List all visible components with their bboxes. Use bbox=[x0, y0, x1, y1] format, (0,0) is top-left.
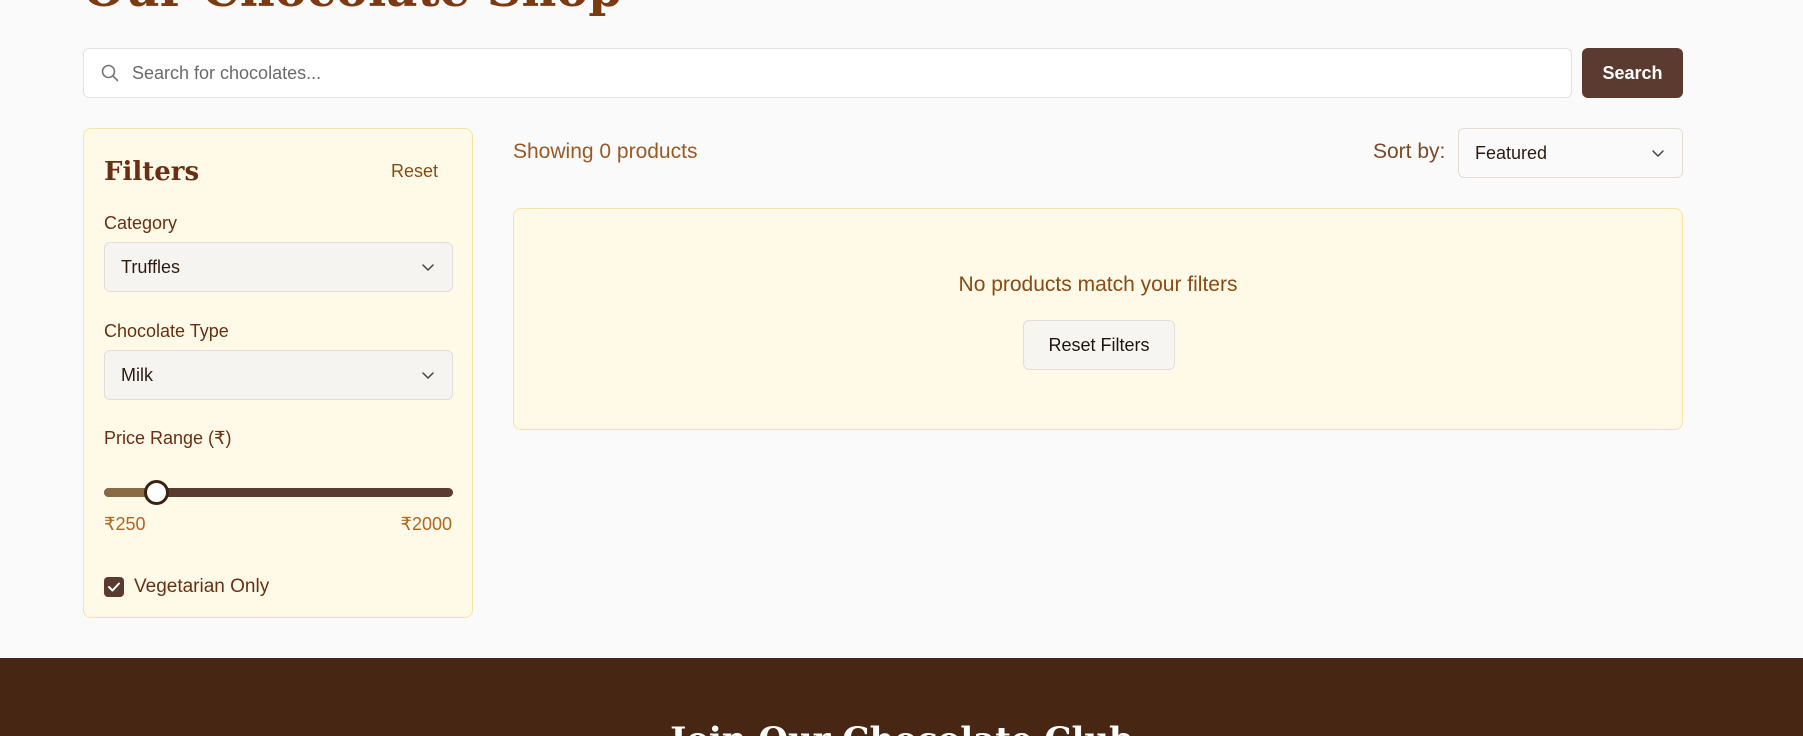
reset-filters-button[interactable]: Reset Filters bbox=[1023, 320, 1175, 370]
check-icon bbox=[108, 582, 120, 592]
price-range-label: Price Range (₹) bbox=[104, 428, 232, 448]
sort-selected-value: Featured bbox=[1475, 142, 1548, 163]
chocolate-type-select[interactable]: Milk bbox=[104, 350, 453, 400]
category-label: Category bbox=[104, 213, 178, 233]
search-icon bbox=[101, 64, 119, 82]
page-title: Our Chocolate Shop bbox=[83, 0, 622, 18]
category-selected-value: Truffles bbox=[121, 256, 181, 277]
vegetarian-label: Vegetarian Only bbox=[134, 576, 270, 597]
footer: Join Our Chocolate Club bbox=[0, 658, 1803, 736]
chocolate-type-label: Chocolate Type bbox=[104, 321, 229, 341]
footer-title: Join Our Chocolate Club bbox=[0, 720, 1803, 736]
vegetarian-toggle[interactable]: Vegetarian Only bbox=[104, 576, 269, 598]
empty-message: No products match your filters bbox=[958, 273, 1238, 296]
vegetarian-checkbox[interactable] bbox=[104, 577, 124, 597]
search-button[interactable]: Search bbox=[1582, 48, 1683, 98]
chevron-down-icon bbox=[1652, 150, 1664, 157]
empty-state: No products match your filters Reset Fil… bbox=[513, 208, 1683, 430]
chevron-down-icon bbox=[422, 372, 434, 379]
chevron-down-icon bbox=[422, 264, 434, 271]
price-max-label: ₹2000 bbox=[400, 514, 453, 534]
chocolate-type-selected-value: Milk bbox=[121, 364, 153, 385]
search-bar bbox=[83, 48, 1572, 98]
category-select[interactable]: Truffles bbox=[104, 242, 453, 292]
sort-label: Sort by: bbox=[1373, 140, 1446, 163]
filters-panel: Filters Reset Category Truffles Chocolat… bbox=[83, 128, 473, 618]
price-min-label: ₹250 bbox=[104, 514, 146, 534]
results-count: Showing 0 products bbox=[513, 140, 698, 163]
slider-thumb[interactable] bbox=[144, 480, 170, 505]
sort-select[interactable]: Featured bbox=[1458, 128, 1683, 178]
search-input[interactable] bbox=[132, 62, 1571, 84]
price-range-slider[interactable] bbox=[104, 480, 453, 505]
reset-link[interactable]: Reset bbox=[391, 161, 438, 182]
filters-title: Filters bbox=[104, 157, 200, 187]
